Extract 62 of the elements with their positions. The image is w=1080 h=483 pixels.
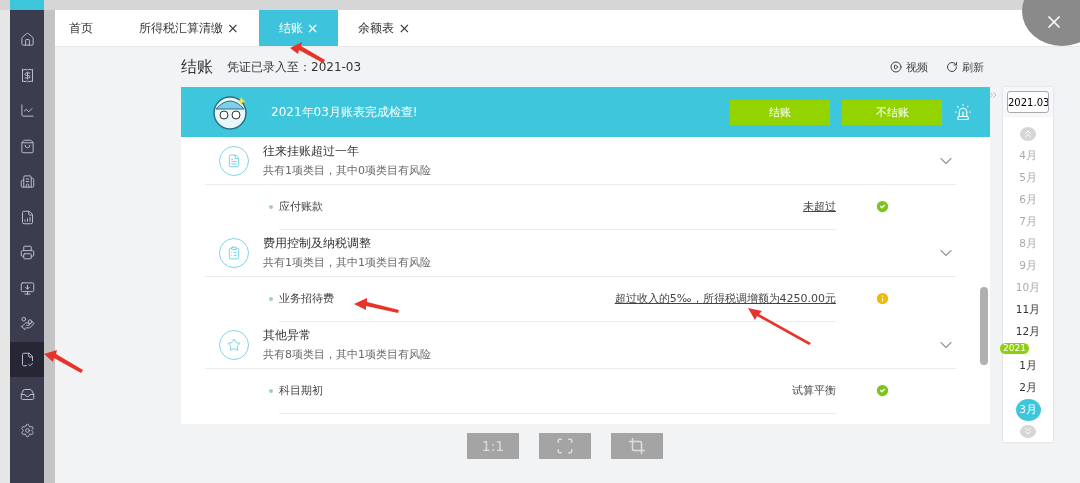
home-icon — [19, 32, 35, 48]
collapse-icon[interactable] — [987, 89, 999, 101]
annotation-arrow — [354, 298, 400, 314]
mascot-drawing — [211, 93, 249, 131]
fit-screen-icon — [556, 437, 574, 455]
group-title: 往来挂账超过一年 — [263, 143, 360, 159]
toolbar-link[interactable]: 刷新 — [946, 59, 984, 75]
monitor-icon — [19, 280, 35, 296]
group-header[interactable]: 费用控制及纳税调整 共有1项类目，其中1项类目有风险 — [205, 229, 956, 277]
document-check-icon — [19, 351, 35, 367]
month-field[interactable]: 2021.03 — [1007, 91, 1049, 113]
result-link[interactable]: 超过收入的5‰，所得税调增额为4250.00元 — [614, 291, 836, 306]
group-title: 费用控制及纳税调整 — [263, 235, 372, 251]
chart-icon — [19, 103, 35, 119]
bullet-dot — [269, 296, 273, 301]
group-title: 其他异常 — [263, 327, 312, 343]
scrollbar[interactable] — [44, 10, 55, 483]
toolbar-link[interactable]: 视频 — [890, 59, 928, 75]
check-icon — [875, 383, 890, 398]
settings-icon — [19, 422, 35, 438]
close-icon[interactable]: × — [227, 20, 239, 36]
month-item[interactable]: 1月 — [1015, 354, 1041, 377]
item-name: 应付账款 — [279, 199, 323, 214]
play-icon — [890, 61, 902, 73]
close-icon[interactable]: × — [398, 20, 411, 36]
bag-icon — [19, 138, 35, 154]
item-name: 业务招待费 — [279, 291, 334, 306]
info-icon — [875, 291, 890, 306]
tab[interactable]: 余额表 × — [338, 10, 431, 46]
alarm-icon[interactable] — [954, 103, 972, 121]
scrollbar-thumb[interactable] — [980, 287, 988, 365]
result-text: 试算平衡 — [792, 383, 836, 398]
report-icon — [19, 209, 35, 225]
month-item[interactable]: 12月 — [1014, 320, 1042, 343]
year-badge: 2021 — [1000, 342, 1029, 354]
bullet-dot — [269, 204, 273, 209]
group-header[interactable]: 往来挂账超过一年 共有1项类目，其中0项类目有风险 — [205, 137, 956, 185]
printer-icon — [19, 245, 35, 261]
month-item[interactable]: 2月 — [1015, 376, 1041, 399]
crop-button[interactable] — [611, 433, 663, 459]
coins-icon — [19, 316, 35, 332]
group-summary: 共有8项类目，其中1项类目有风险 — [263, 346, 432, 362]
crop-icon — [628, 437, 646, 455]
group-summary: 共有1项类目，其中0项类目有风险 — [263, 162, 432, 178]
result-link[interactable]: 未超过 — [803, 199, 836, 214]
tab[interactable]: 所得税汇算清缴 × — [119, 10, 259, 46]
bullet-dot — [269, 388, 273, 393]
annotation-arrow — [44, 350, 84, 374]
receipt-icon — [19, 67, 35, 83]
page-title: 结账 — [181, 56, 213, 78]
banner-message: 2021年03月账表完成检查! — [271, 103, 418, 121]
annotation-arrow — [748, 308, 812, 346]
refresh-icon — [946, 61, 958, 73]
month-item[interactable]: 11月 — [1014, 298, 1042, 321]
building-icon — [19, 174, 35, 190]
check-icon — [875, 199, 890, 214]
group-summary: 共有1项类目，其中1项类目有风险 — [263, 254, 432, 270]
item-name: 科目期初 — [279, 383, 323, 398]
tray-icon — [19, 387, 35, 403]
voucher-date: 凭证已录入至：2021-03 — [227, 58, 362, 76]
sidebar-item[interactable] — [10, 341, 44, 377]
tab[interactable]: 首页 — [69, 10, 119, 46]
